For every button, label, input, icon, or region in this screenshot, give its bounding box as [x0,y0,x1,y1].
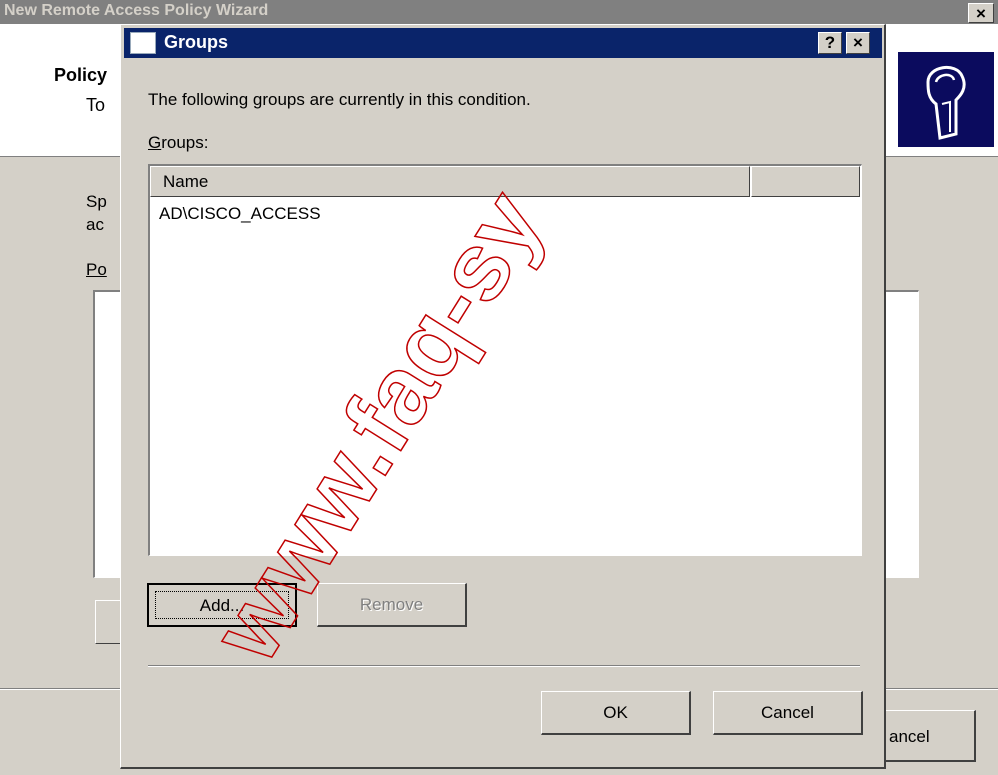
wizard-title: New Remote Access Policy Wizard [4,2,269,19]
wizard-header-title: Policy [54,65,108,85]
wizard-logo-icon [898,52,994,147]
remove-button[interactable]: Remove [317,583,467,627]
close-button[interactable]: × [846,32,870,54]
wizard-close-button[interactable]: × [968,3,994,23]
wizard-header-subtitle: To [86,95,106,115]
column-header-name[interactable]: Name [150,166,750,197]
description-text: The following groups are currently in th… [148,90,531,109]
dialog-separator [148,665,860,667]
ok-button[interactable]: OK [541,691,691,735]
wizard-body-text: Sp [86,192,107,211]
list-item[interactable]: AD\CISCO_ACCESS [159,204,321,224]
groups-dialog-title: Groups [164,32,229,52]
remove-button-label: Remove [359,595,424,614]
wizard-body-text-2: ac [86,215,104,234]
groups-label: Groups: [148,133,209,152]
cancel-button[interactable]: Cancel [713,691,863,735]
column-header-empty[interactable] [751,166,860,197]
help-button[interactable]: ? [818,32,842,54]
wizard-policy-label: Po [86,260,107,279]
window-icon [130,32,156,54]
add-button-label: Add... [155,591,289,619]
add-button[interactable]: Add... [147,583,297,627]
groups-dialog-titlebar[interactable] [124,28,882,58]
